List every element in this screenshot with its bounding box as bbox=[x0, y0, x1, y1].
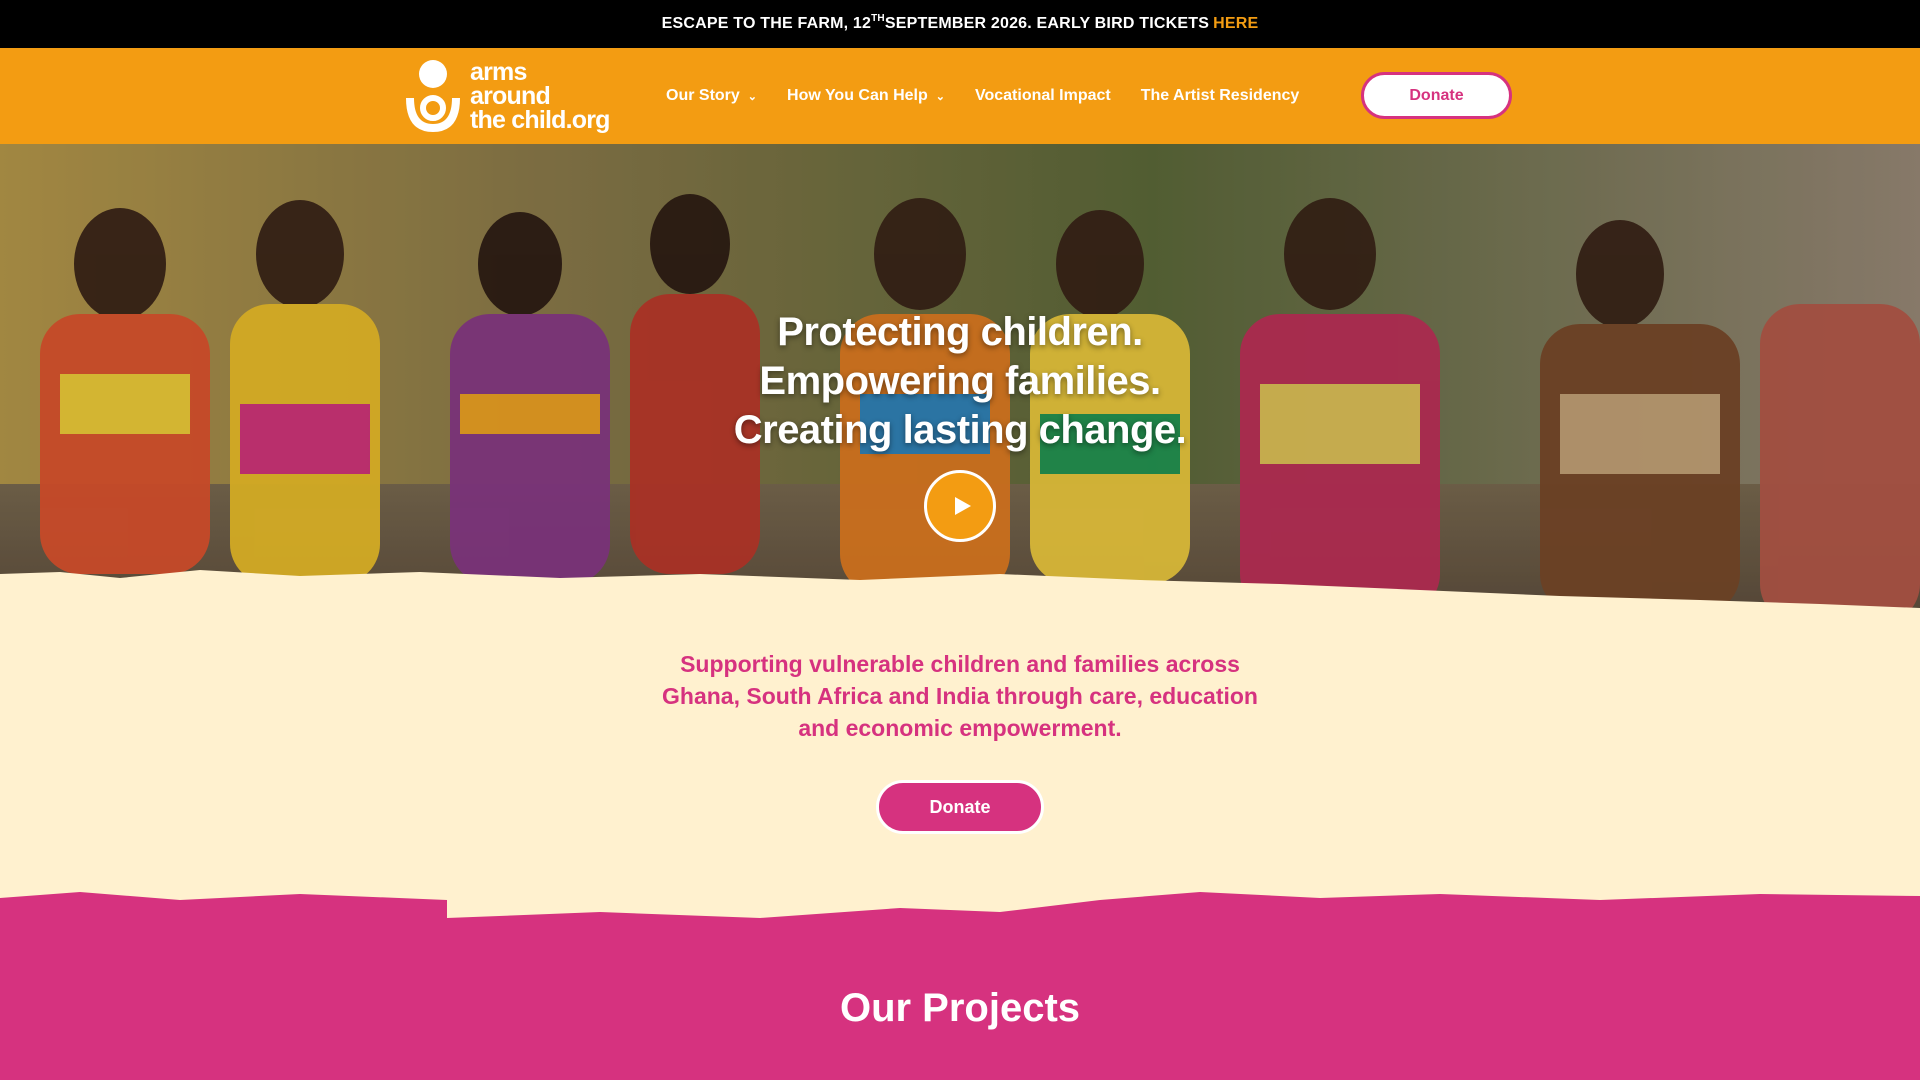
logo-text: arms around the child.org bbox=[470, 58, 610, 134]
intro-section: Supporting vulnerable children and famil… bbox=[0, 648, 1920, 834]
nav-item-our-story[interactable]: Our Story ⌄ bbox=[666, 87, 757, 105]
hero-section: Protecting children. Empowering families… bbox=[0, 144, 1920, 644]
nav-label: How You Can Help bbox=[787, 87, 928, 104]
projects-title: Our Projects bbox=[839, 986, 1081, 1030]
hero-title: Protecting children. Empowering families… bbox=[660, 308, 1260, 455]
nav-label: Vocational Impact bbox=[974, 87, 1111, 104]
site-header: arms around the child.org Our Story ⌄ Ho… bbox=[0, 48, 1920, 144]
announcement-text-after: SEPTEMBER 2026. EARLY BIRD TICKETS bbox=[884, 15, 1210, 32]
logo-mark-icon bbox=[400, 58, 466, 134]
main-nav: Our Story ⌄ How You Can Help ⌄ Vocationa… bbox=[666, 48, 1329, 144]
announcement-tickets-link[interactable]: HERE bbox=[1213, 15, 1258, 33]
nav-item-vocational-impact[interactable]: Vocational Impact bbox=[975, 87, 1111, 105]
logo-line-1: arms around bbox=[470, 58, 551, 110]
nav-label: The Artist Residency bbox=[1140, 87, 1300, 104]
play-video-button[interactable] bbox=[924, 470, 996, 542]
nav-item-artist-residency[interactable]: The Artist Residency bbox=[1141, 87, 1300, 105]
nav-item-how-you-can-help[interactable]: How You Can Help ⌄ bbox=[787, 87, 945, 105]
announcement-superscript: TH bbox=[871, 12, 885, 24]
chevron-down-icon: ⌄ bbox=[747, 90, 758, 103]
header-donate-button[interactable]: Donate bbox=[1361, 72, 1512, 119]
hero-title-line-3: Creating lasting change. bbox=[733, 408, 1187, 452]
intro-donate-button[interactable]: Donate bbox=[876, 780, 1044, 834]
projects-background bbox=[0, 892, 1920, 1080]
projects-section: Our Projects bbox=[0, 872, 1920, 1080]
logo-line-2: the child.org bbox=[470, 106, 610, 134]
announcement-text-before: ESCAPE TO THE FARM, 12 bbox=[661, 15, 872, 32]
intro-text: Supporting vulnerable children and famil… bbox=[662, 651, 1258, 741]
announcement-bar: ESCAPE TO THE FARM, 12 TH SEPTEMBER 2026.… bbox=[0, 0, 1920, 48]
hero-title-line-2: Empowering families. bbox=[759, 359, 1161, 403]
play-icon bbox=[954, 497, 971, 515]
chevron-down-icon: ⌄ bbox=[935, 90, 945, 103]
hero-title-line-1: Protecting children. bbox=[777, 310, 1143, 354]
site-logo[interactable]: arms around the child.org bbox=[400, 58, 610, 134]
nav-label: Our Story bbox=[666, 87, 740, 104]
